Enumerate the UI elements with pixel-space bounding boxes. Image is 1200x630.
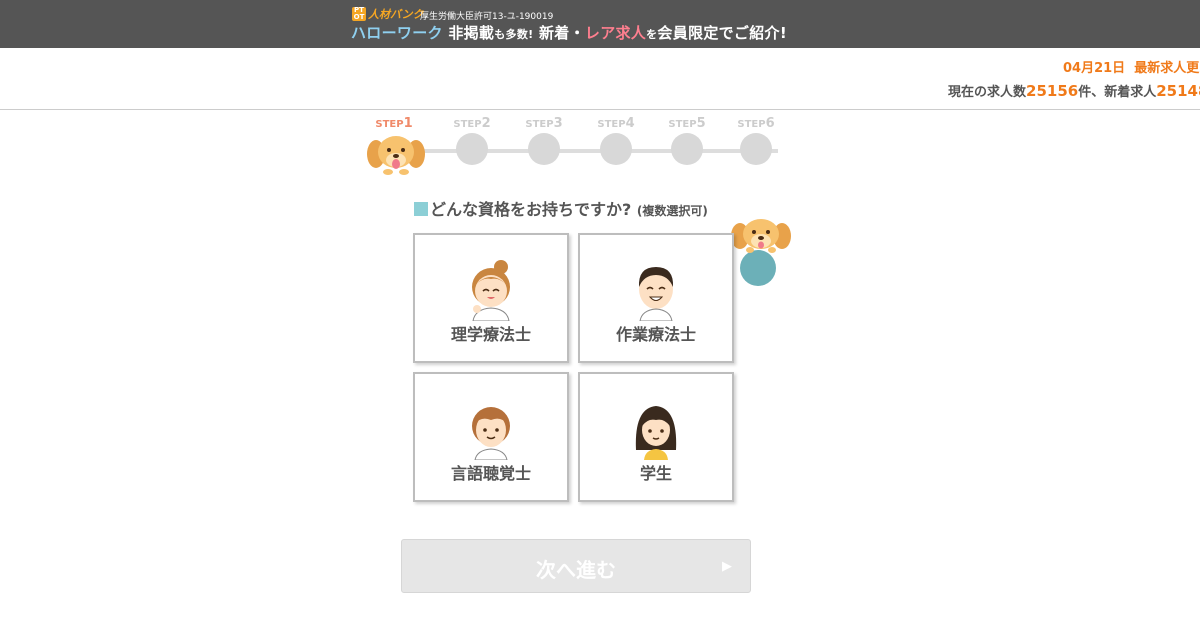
update-line: 04月21日 最新求人更 bbox=[1063, 57, 1199, 76]
banner-headline: ハローワーク 非掲載も多数! 新着・レア求人を会員限定でご紹介! bbox=[351, 22, 787, 43]
step-number: 5 bbox=[696, 116, 706, 131]
option-label: 理学療法士 bbox=[450, 325, 531, 344]
play-arrow-icon: ▶ bbox=[722, 559, 732, 574]
man-smile-icon bbox=[638, 267, 674, 321]
step-4: STEP4 bbox=[592, 116, 640, 165]
step-1: STEP1 bbox=[370, 116, 418, 131]
step-number: 3 bbox=[553, 116, 563, 131]
step-number: 1 bbox=[403, 116, 413, 131]
dog-mascot-icon bbox=[367, 136, 425, 175]
headline-many: も多数! bbox=[494, 28, 534, 41]
step-dot bbox=[671, 133, 703, 165]
headline-new: 新着・ bbox=[533, 24, 585, 42]
question-heading: どんな資格をお持ちですか? (複数選択可) bbox=[414, 196, 708, 220]
step-5: STEP5 bbox=[663, 116, 711, 165]
headline-unlisted: 非掲載 bbox=[442, 24, 495, 42]
current-count: 25156 bbox=[1026, 82, 1079, 100]
step-track bbox=[388, 149, 778, 153]
count-line: 現在の求人数25156件、新着求人25148 bbox=[948, 81, 1200, 100]
option-card-occupational-therapist[interactable]: 作業療法士 bbox=[578, 233, 734, 363]
headline-hellowork: ハローワーク bbox=[351, 24, 443, 42]
step-number: 2 bbox=[481, 116, 491, 131]
question-text: どんな資格をお持ちですか? bbox=[430, 200, 632, 219]
option-label: 学生 bbox=[639, 464, 672, 483]
girl-student-icon bbox=[635, 406, 677, 460]
top-banner: PT OT 人材バンク 厚生労働大臣許可13-ユ-190019 ハローワーク 非… bbox=[0, 0, 1200, 48]
next-button[interactable]: 次へ進む ▶ bbox=[401, 539, 751, 593]
new-count: 25148 bbox=[1156, 82, 1200, 100]
step-dot bbox=[600, 133, 632, 165]
step-number: 4 bbox=[625, 116, 635, 131]
step-progress: STEP1 STEP2 STEP3 STEP4 STEP5 STEP6 bbox=[360, 116, 790, 180]
step-dot bbox=[740, 133, 772, 165]
option-card-speech-therapist[interactable]: 言語聴覚士 bbox=[413, 372, 569, 502]
current-count-label: 現在の求人数 bbox=[948, 85, 1027, 100]
update-date: 04月21日 bbox=[1063, 61, 1126, 76]
headline-rare-jobs: レア求人 bbox=[584, 24, 647, 42]
option-card-physical-therapist[interactable]: 理学療法士 bbox=[413, 233, 569, 363]
step-dot bbox=[528, 133, 560, 165]
headline-particle: を bbox=[646, 28, 658, 41]
next-button-label: 次へ進む bbox=[536, 558, 616, 582]
option-card-student[interactable]: 学生 bbox=[578, 372, 734, 502]
step-6: STEP6 bbox=[732, 116, 780, 165]
step-prefix: STEP bbox=[737, 119, 766, 130]
step-prefix: STEP bbox=[597, 119, 626, 130]
logo-badge: PT OT bbox=[352, 6, 366, 21]
step-3: STEP3 bbox=[520, 116, 568, 165]
option-label: 作業療法士 bbox=[615, 325, 696, 344]
step-prefix: STEP bbox=[525, 119, 554, 130]
step-number: 6 bbox=[765, 116, 775, 131]
headline-members: 会員限定でご紹介! bbox=[657, 24, 787, 42]
update-label: 最新求人更 bbox=[1134, 61, 1200, 76]
logo-text: 人材バンク bbox=[368, 8, 424, 21]
step-prefix: STEP bbox=[375, 119, 404, 130]
option-label: 言語聴覚士 bbox=[450, 464, 531, 483]
dog-balloon-icon bbox=[731, 219, 791, 286]
question-note: (複数選択可) bbox=[636, 204, 708, 218]
step-dot bbox=[456, 133, 488, 165]
boy-icon bbox=[472, 407, 510, 460]
job-count-ticker: 04月21日 最新求人更 現在の求人数25156件、新着求人25148 bbox=[0, 48, 1200, 110]
site-logo[interactable]: PT OT 人材バンク bbox=[352, 6, 424, 22]
step-2: STEP2 bbox=[448, 116, 496, 165]
woman-bun-icon bbox=[472, 260, 510, 321]
license-number: 厚生労働大臣許可13-ユ-190019 bbox=[420, 12, 554, 22]
question-square-icon bbox=[414, 202, 428, 216]
step-prefix: STEP bbox=[668, 119, 697, 130]
step-prefix: STEP bbox=[453, 119, 482, 130]
count-unit-new-label: 件、新着求人 bbox=[1078, 85, 1157, 100]
